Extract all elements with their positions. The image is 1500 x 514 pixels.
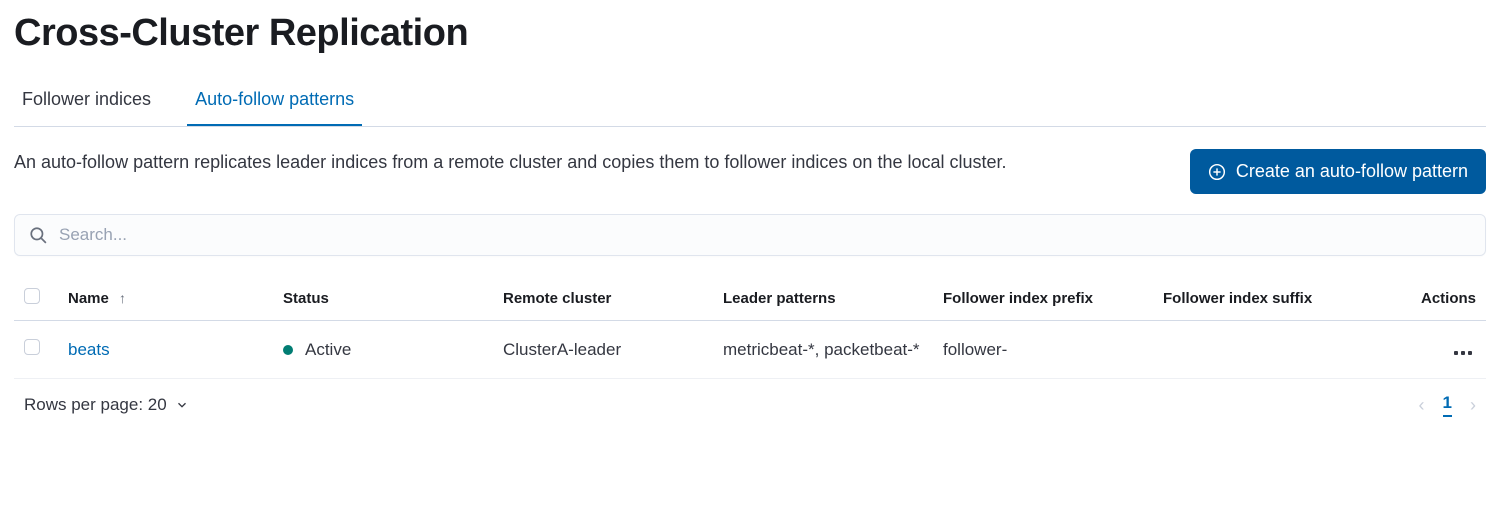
select-all-checkbox[interactable] bbox=[24, 288, 40, 304]
tabs: Follower indices Auto-follow patterns bbox=[14, 79, 1486, 127]
description-text: An auto-follow pattern replicates leader… bbox=[14, 149, 1007, 176]
col-header-prefix[interactable]: Follower index prefix bbox=[933, 276, 1153, 321]
col-header-status[interactable]: Status bbox=[273, 276, 493, 321]
tab-auto-follow-patterns[interactable]: Auto-follow patterns bbox=[187, 79, 362, 126]
col-header-name-label: Name bbox=[68, 290, 109, 307]
header-row: An auto-follow pattern replicates leader… bbox=[14, 149, 1486, 194]
col-header-name[interactable]: Name ↑ bbox=[58, 276, 273, 321]
prefix-cell: follower- bbox=[933, 321, 1153, 379]
remote-cluster-cell: ClusterA-leader bbox=[493, 321, 713, 379]
next-page-button[interactable]: › bbox=[1470, 395, 1476, 416]
plus-circle-icon bbox=[1208, 163, 1226, 181]
status-dot-icon bbox=[283, 345, 293, 355]
pagination: ‹ 1 › bbox=[1419, 393, 1476, 417]
chevron-down-icon bbox=[175, 398, 189, 412]
row-actions-button[interactable] bbox=[1450, 347, 1476, 359]
search-icon bbox=[29, 226, 47, 244]
search-input[interactable] bbox=[59, 225, 1471, 245]
page-title: Cross-Cluster Replication bbox=[14, 12, 1486, 55]
tab-follower-indices[interactable]: Follower indices bbox=[14, 79, 159, 126]
leader-patterns-cell: metricbeat-*, packetbeat-* bbox=[713, 321, 933, 379]
table-row: beats Active ClusterA-leader metricbeat-… bbox=[14, 321, 1486, 379]
row-checkbox[interactable] bbox=[24, 339, 40, 355]
patterns-table: Name ↑ Status Remote cluster Leader patt… bbox=[14, 276, 1486, 379]
col-header-remote-cluster[interactable]: Remote cluster bbox=[493, 276, 713, 321]
rows-per-page-selector[interactable]: Rows per page: 20 bbox=[24, 395, 189, 415]
suffix-cell bbox=[1153, 321, 1363, 379]
page-number[interactable]: 1 bbox=[1443, 393, 1452, 417]
status-text: Active bbox=[305, 340, 351, 360]
col-header-actions: Actions bbox=[1363, 276, 1486, 321]
sort-ascending-icon: ↑ bbox=[119, 290, 126, 306]
col-header-suffix[interactable]: Follower index suffix bbox=[1153, 276, 1363, 321]
create-button-label: Create an auto-follow pattern bbox=[1236, 161, 1468, 182]
table-footer: Rows per page: 20 ‹ 1 › bbox=[14, 379, 1486, 417]
prev-page-button[interactable]: ‹ bbox=[1419, 395, 1425, 416]
rows-per-page-label: Rows per page: 20 bbox=[24, 395, 167, 415]
search-container bbox=[14, 214, 1486, 256]
create-auto-follow-pattern-button[interactable]: Create an auto-follow pattern bbox=[1190, 149, 1486, 194]
col-header-leader-patterns[interactable]: Leader patterns bbox=[713, 276, 933, 321]
pattern-name-link[interactable]: beats bbox=[68, 340, 110, 359]
